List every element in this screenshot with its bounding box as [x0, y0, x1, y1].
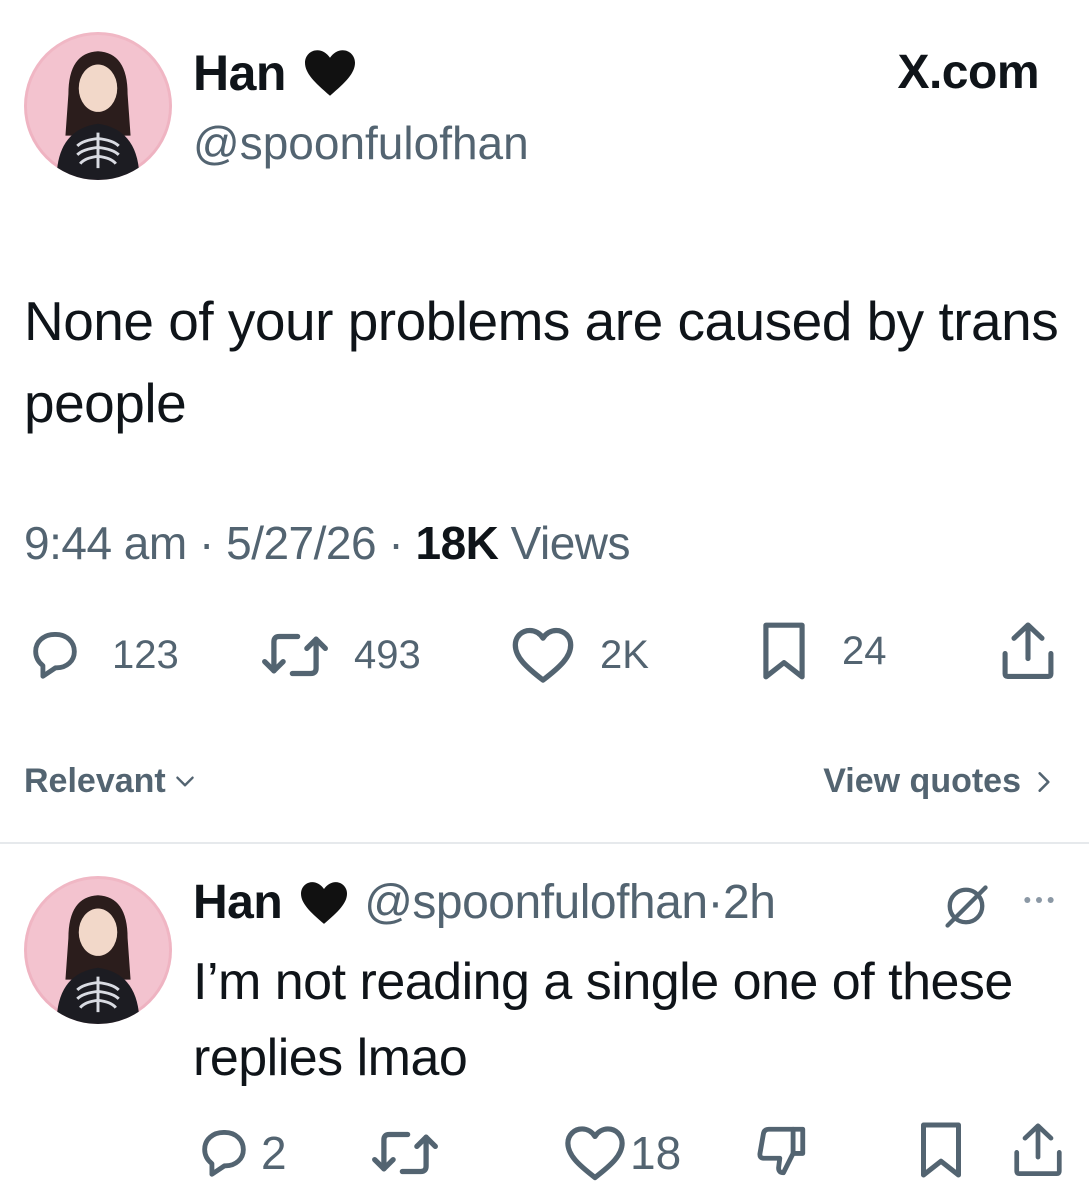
bookmark-button[interactable]: 24 [758, 620, 887, 682]
reply-reply-count: 2 [261, 1127, 287, 1179]
reply-dislike-button[interactable] [752, 1122, 810, 1180]
tweet-date[interactable]: 5/27/26 [226, 517, 376, 569]
chevron-down-icon [175, 775, 194, 786]
like-icon [512, 627, 574, 683]
reply-icon [202, 1130, 246, 1177]
black-heart-icon [301, 882, 348, 924]
reply-age[interactable]: 2h [723, 872, 776, 934]
repost-count: 493 [354, 633, 421, 677]
bookmark-count: 24 [842, 629, 887, 673]
meta-separator: · [199, 517, 214, 569]
reply-button[interactable]: 123 [24, 626, 179, 684]
like-icon [565, 1126, 625, 1181]
views-count: 18K [415, 517, 499, 569]
reply-like-button[interactable]: 18 [564, 1124, 681, 1182]
divider [0, 842, 1089, 844]
reply-text: I’m not reading a single one of these re… [193, 953, 1013, 1087]
tweet-text: None of your problems are caused by tran… [24, 290, 1059, 434]
share-icon [1014, 1123, 1062, 1176]
avatar[interactable] [24, 32, 172, 180]
reply-like-count: 18 [630, 1127, 682, 1179]
author-name-text[interactable]: Han [193, 42, 286, 104]
grok-button[interactable] [940, 880, 992, 937]
bookmark-icon [763, 622, 805, 680]
reply-share-button[interactable] [1012, 1120, 1064, 1180]
grok-icon [945, 885, 988, 928]
reply-author-name[interactable]: Han [193, 872, 283, 934]
more-button[interactable] [1019, 880, 1059, 925]
reply-count: 123 [112, 633, 179, 677]
reply-avatar[interactable] [24, 876, 172, 1024]
sort-dropdown[interactable]: Relevant [24, 762, 198, 801]
like-count: 2K [600, 633, 649, 677]
meta-separator: · [388, 517, 404, 569]
tweet-meta: 9:44 am · 5/27/26 · 18K Views [24, 512, 631, 574]
repost-icon [262, 633, 328, 677]
reply-reply-button[interactable]: 2 [193, 1124, 287, 1182]
sort-label: Relevant [24, 762, 166, 800]
reply-repost-button[interactable] [370, 1124, 440, 1182]
reply-header: Han @spoonfulofhan · 2h [193, 872, 776, 934]
repost-button[interactable]: 493 [258, 626, 421, 684]
share-button[interactable] [1000, 620, 1056, 682]
repost-icon [372, 1131, 438, 1175]
chevron-right-icon [1038, 771, 1050, 792]
like-button[interactable]: 2K [510, 626, 649, 684]
black-heart-icon [304, 50, 355, 96]
reply-author-handle[interactable]: @spoonfulofhan [364, 872, 708, 934]
more-icon [1024, 897, 1054, 903]
bookmark-icon [921, 1122, 961, 1178]
view-quotes-label: View quotes [823, 762, 1021, 800]
author-handle[interactable]: @spoonfulofhan [193, 112, 529, 174]
reply-separator: · [707, 876, 724, 929]
dislike-icon [757, 1126, 806, 1176]
site-label: X.com [897, 46, 1039, 99]
view-quotes-link[interactable]: View quotes [823, 762, 1057, 801]
reply-icon [33, 632, 77, 679]
author-name[interactable]: Han [193, 42, 358, 104]
share-icon [1002, 622, 1054, 679]
reply-bookmark-button[interactable] [916, 1120, 966, 1180]
tweet-time[interactable]: 9:44 am [24, 517, 187, 569]
views-label: Views [510, 517, 631, 569]
